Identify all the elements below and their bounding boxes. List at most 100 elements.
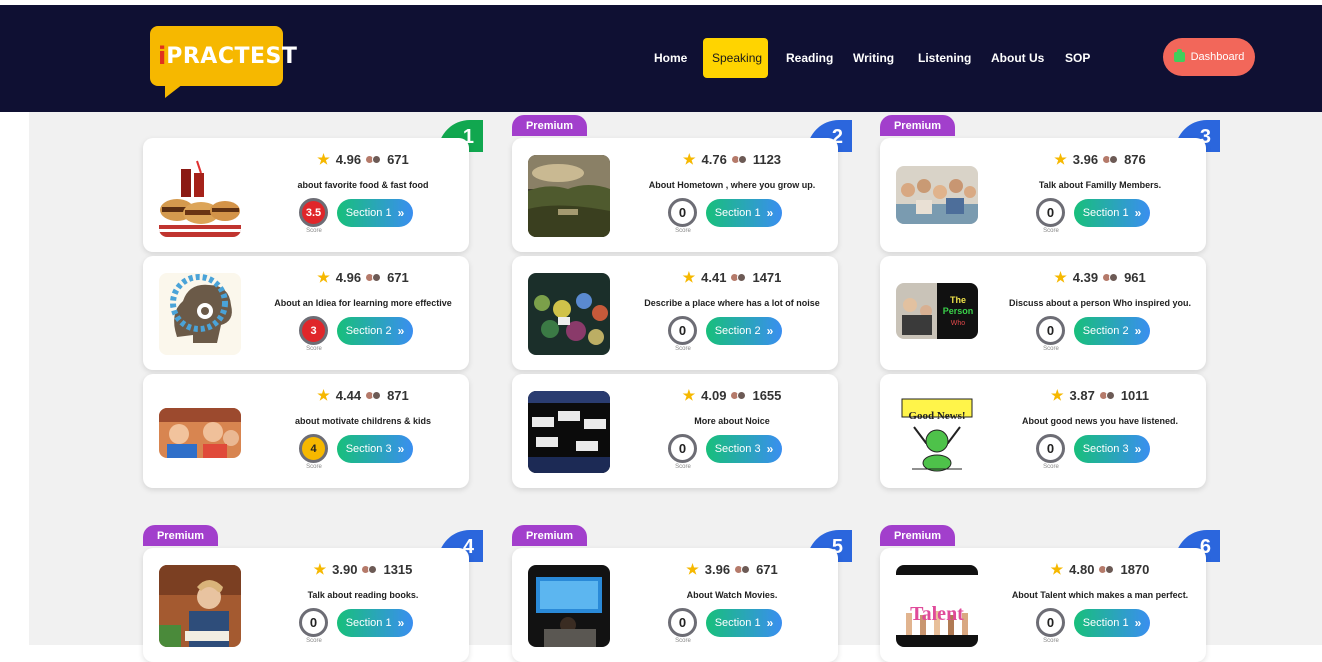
score-circle: 4 — [299, 434, 328, 463]
star-icon: ★ — [313, 561, 327, 577]
score-indicator: 0 Score — [1036, 608, 1066, 644]
score-circle: 3 — [299, 316, 328, 345]
test-card[interactable]: ★ 4.76 1123 About Hometown , where you grow… — [512, 138, 838, 252]
rating-stats: ★ 4.80 1870 — [990, 561, 1210, 578]
rating-value: 4.96 — [335, 152, 362, 167]
navbar: i PRACTEST Home Speaking Reading Writing… — [0, 5, 1322, 112]
noisy-crowd-image[interactable] — [528, 273, 610, 355]
section-button[interactable]: Section 2 » — [337, 317, 413, 345]
users-icon — [361, 565, 378, 574]
section-label: Section 3 — [1082, 443, 1129, 455]
topic-title[interactable]: about favorite food & fast food — [253, 180, 473, 190]
rating-stats: ★ 4.96 671 — [253, 151, 473, 168]
family-photo-image[interactable] — [896, 166, 978, 224]
topic-title[interactable]: Describe a place where has a lot of nois… — [622, 298, 842, 308]
topic-title[interactable]: About Talent which makes a man perfect. — [990, 590, 1210, 600]
score-label: Score — [306, 638, 322, 644]
section-label: Section 1 — [1082, 207, 1129, 219]
hometown-landscape-image[interactable] — [528, 155, 610, 237]
attempt-count: 1471 — [752, 270, 782, 285]
section-button[interactable]: Section 1 » — [1074, 609, 1150, 637]
attempt-count: 671 — [756, 562, 778, 577]
section-button[interactable]: Section 3 » — [337, 435, 413, 463]
star-icon: ★ — [1054, 151, 1067, 167]
thumb-caption: Talent — [910, 603, 964, 625]
score-label: Score — [1043, 228, 1059, 234]
score-indicator: 0 Score — [1036, 316, 1066, 352]
nav-listening[interactable]: Listening — [909, 38, 980, 78]
section-button[interactable]: Section 2 » — [1074, 317, 1150, 345]
topic-title[interactable]: About Watch Movies. — [622, 590, 842, 600]
topic-title[interactable]: More about Noice — [622, 416, 842, 426]
section-button[interactable]: Section 2 » — [706, 317, 782, 345]
test-card[interactable]: ★ 4.96 671 About an Idiea for learning more… — [143, 256, 469, 370]
double-chevron-right-icon: » — [766, 616, 774, 630]
score-label: Score — [675, 346, 691, 352]
topic-title[interactable]: Talk about reading books. — [253, 590, 473, 600]
test-card[interactable]: ★ 3.96 876 Talk about Familly Members. 0 Scor… — [880, 138, 1206, 252]
topic-title[interactable]: About Hometown , where you grow up. — [622, 180, 842, 190]
logo-tail — [165, 84, 183, 98]
section-button[interactable]: Section 3 » — [1074, 435, 1150, 463]
score-indicator: 0 Score — [668, 316, 698, 352]
brain-gears-image[interactable] — [159, 273, 241, 355]
score-indicator: 0 Score — [668, 608, 698, 644]
topic-title[interactable]: Discuss about a person Who inspired you. — [990, 298, 1210, 308]
rating-stats: ★ 4.39 961 — [990, 269, 1210, 286]
topic-title[interactable]: about motivate childrens & kids — [253, 416, 473, 426]
topic-title[interactable]: Talk about Familly Members. — [990, 180, 1210, 190]
test-card[interactable]: The Person Who ★ 4.39 961 Discuss about a pers… — [880, 256, 1206, 370]
inspiring-person-image[interactable]: The Person Who — [896, 283, 978, 339]
nav-reading[interactable]: Reading — [777, 38, 842, 78]
test-card[interactable]: ★ 4.41 1471 Describe a place where has a lo… — [512, 256, 838, 370]
section-label: Section 2 — [345, 325, 392, 337]
rating-value: 4.76 — [701, 152, 727, 167]
watching-tv-image[interactable] — [528, 565, 610, 647]
nav-sop[interactable]: SOP — [1056, 38, 1099, 78]
reading-books-image[interactable] — [159, 565, 241, 647]
star-icon: ★ — [317, 151, 330, 167]
section-button[interactable]: Section 1 » — [706, 199, 782, 227]
rating-stats: ★ 4.41 1471 — [622, 269, 842, 286]
users-icon — [365, 273, 382, 282]
score-circle: 0 — [668, 198, 697, 227]
dashboard-label: Dashboard — [1190, 51, 1245, 63]
nav-about-us[interactable]: About Us — [982, 38, 1053, 78]
section-label: Section 3 — [345, 443, 392, 455]
test-card[interactable]: Good News! ★ 3.87 1011 About good news you h… — [880, 374, 1206, 488]
kids-reading-image[interactable] — [159, 408, 241, 458]
users-icon — [1102, 273, 1119, 282]
fast-food-image[interactable] — [159, 155, 241, 237]
score-label: Score — [675, 638, 691, 644]
section-button[interactable]: Section 1 » — [337, 609, 413, 637]
section-button[interactable]: Section 1 » — [337, 199, 413, 227]
test-card[interactable]: ★ 4.96 671 about favorite food & fast food 3… — [143, 138, 469, 252]
rating-value: 4.96 — [335, 270, 362, 285]
nav-home[interactable]: Home — [645, 38, 696, 78]
section-button[interactable]: Section 1 » — [1074, 199, 1150, 227]
topic-title[interactable]: About an Idiea for learning more effecti… — [253, 298, 473, 308]
double-chevron-right-icon: » — [1134, 324, 1142, 338]
star-icon: ★ — [1054, 269, 1067, 285]
talent-hands-image[interactable]: Talent — [896, 565, 978, 647]
test-card[interactable]: ★ 4.09 1655 More about Noice 0 Score Section 3… — [512, 374, 838, 488]
users-icon — [1102, 155, 1119, 164]
nav-writing[interactable]: Writing — [844, 38, 903, 78]
score-indicator: 0 Score — [1036, 198, 1066, 234]
dashboard-button[interactable]: Dashboard — [1163, 38, 1255, 76]
score-label: Score — [675, 228, 691, 234]
logo[interactable]: i PRACTEST — [150, 26, 297, 86]
noise-protest-image[interactable] — [528, 391, 610, 473]
section-button[interactable]: Section 3 » — [706, 435, 782, 463]
nav-speaking[interactable]: Speaking — [703, 38, 768, 78]
double-chevron-right-icon: » — [397, 206, 405, 220]
good-news-cartoon-image[interactable]: Good News! — [896, 391, 978, 473]
rating-stats: ★ 4.76 1123 — [622, 151, 842, 168]
score-indicator: 0 Score — [299, 608, 329, 644]
test-card[interactable]: ★ 4.44 871 about motivate childrens & kids 4… — [143, 374, 469, 488]
score-circle: 0 — [1036, 316, 1065, 345]
rating-stats: ★ 4.96 671 — [253, 269, 473, 286]
topic-title[interactable]: About good news you have listened. — [990, 416, 1210, 426]
users-icon — [1098, 391, 1115, 400]
section-button[interactable]: Section 1 » — [706, 609, 782, 637]
